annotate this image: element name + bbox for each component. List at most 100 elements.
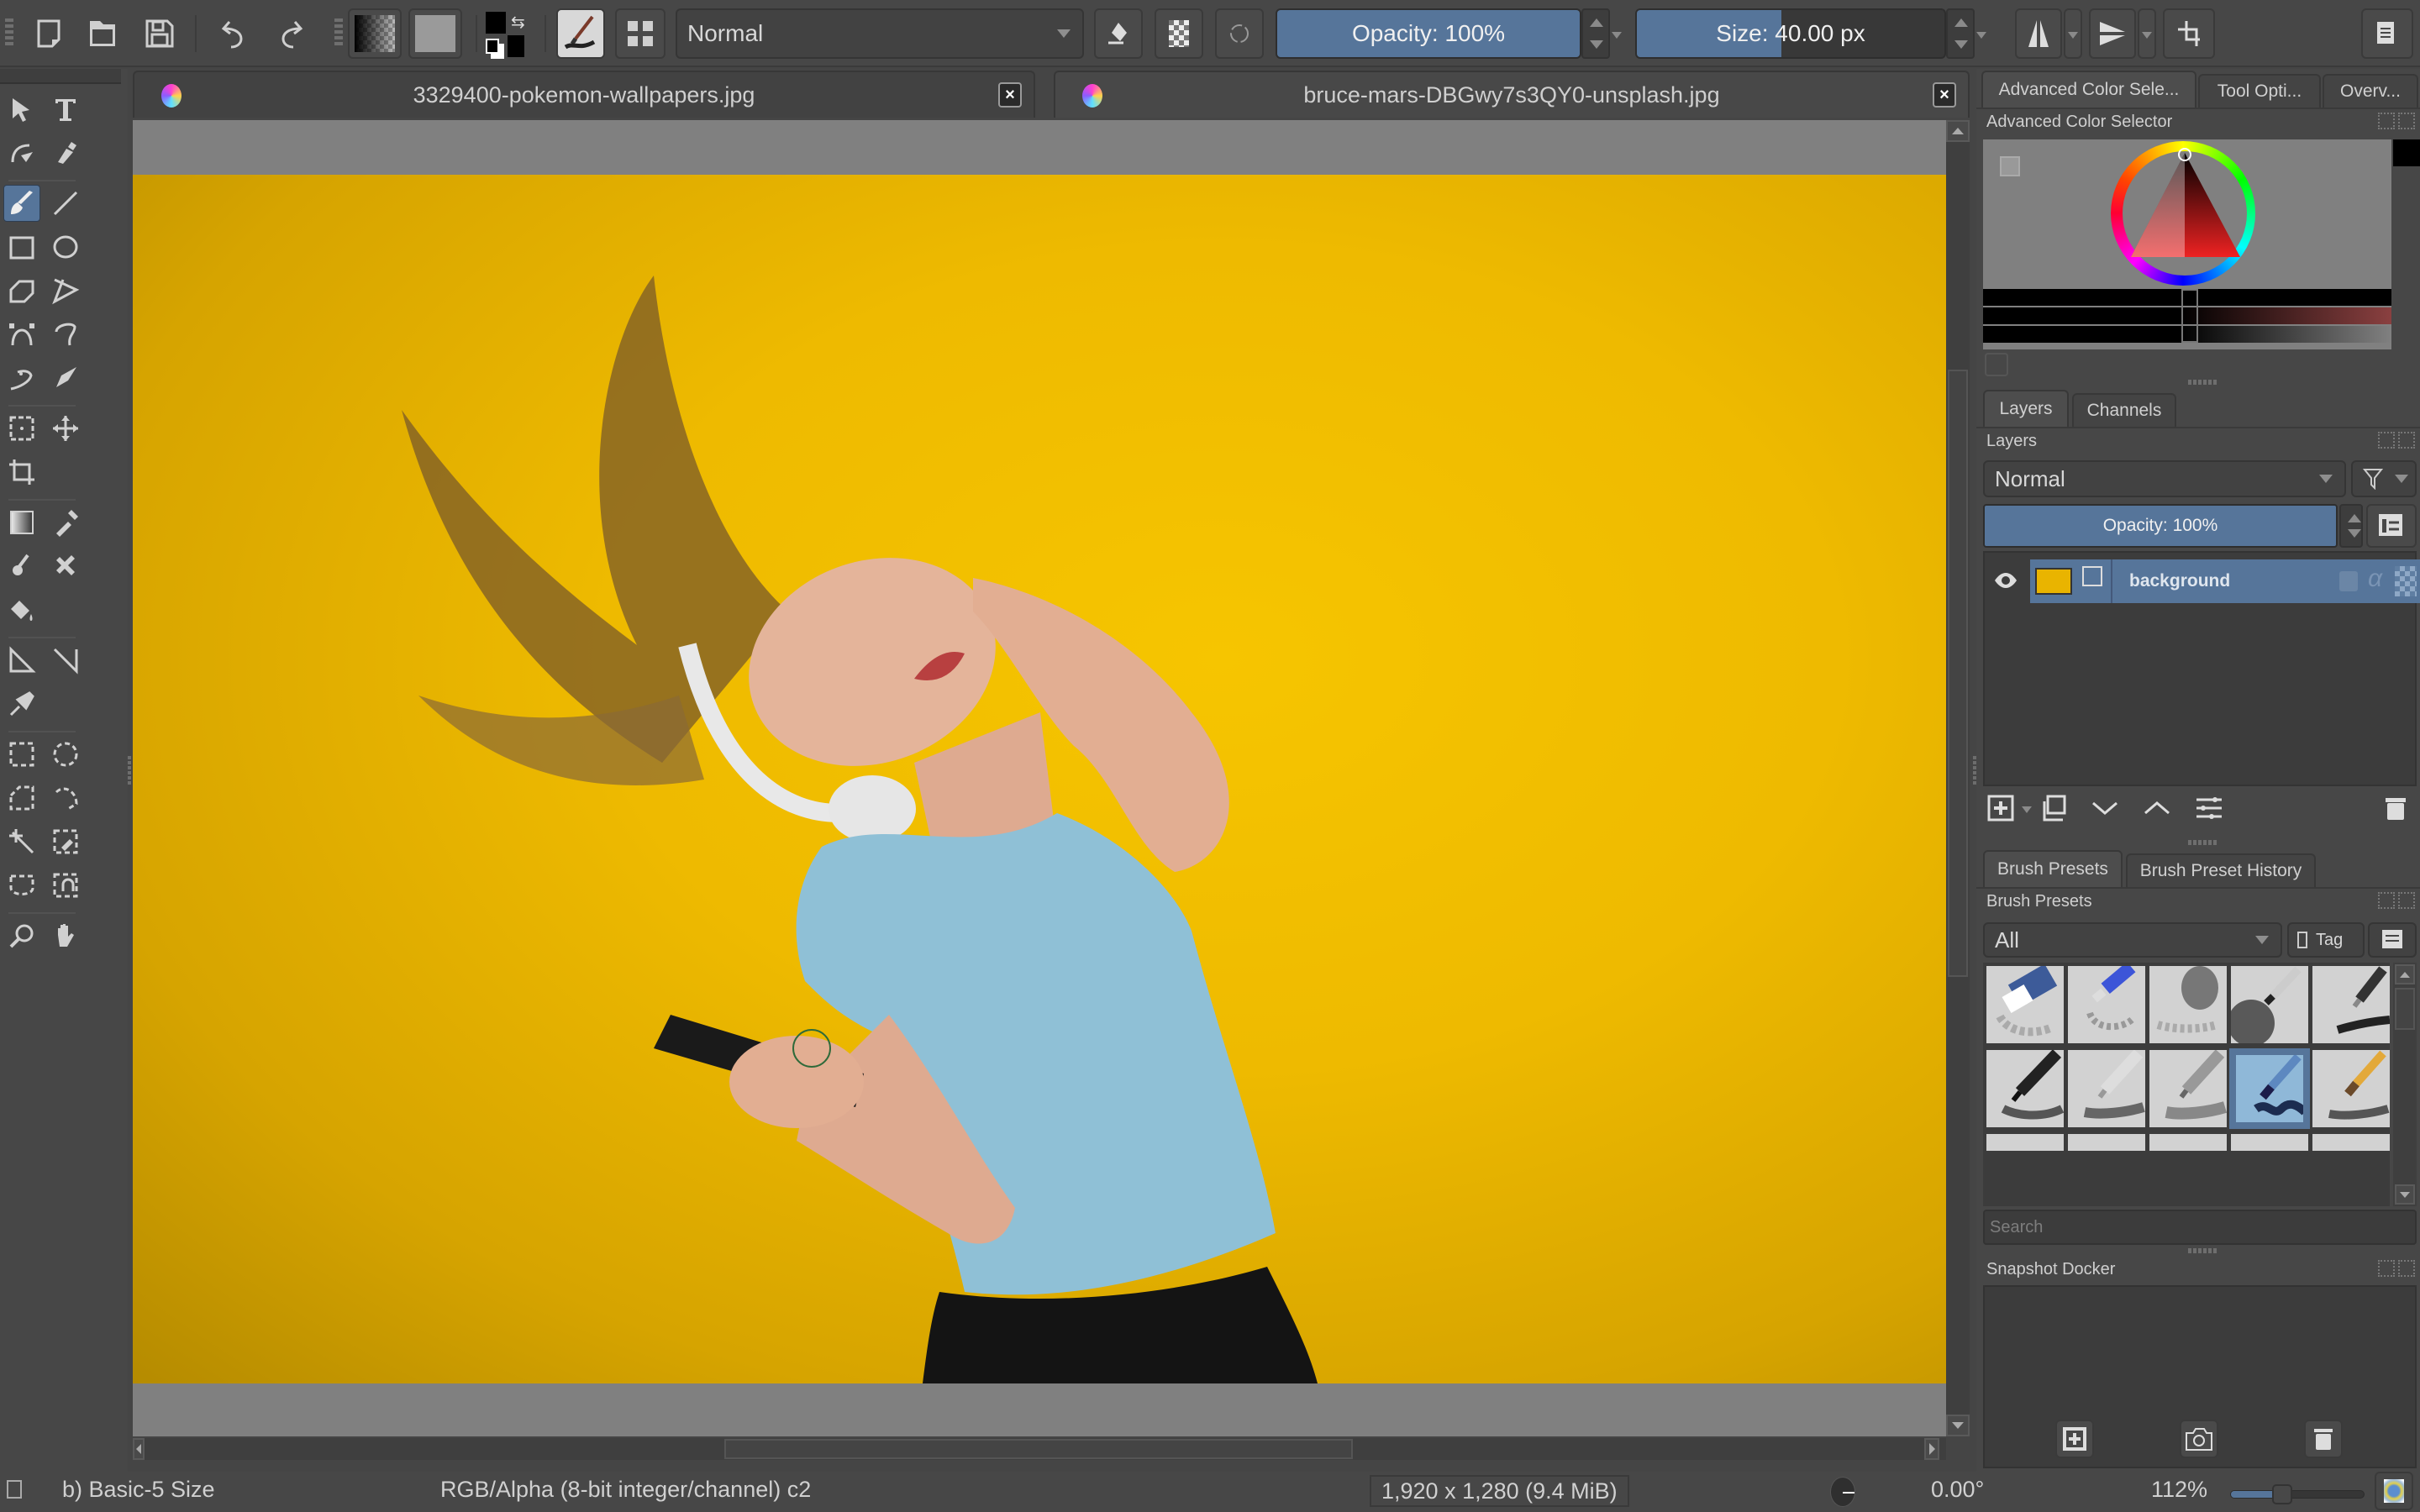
brush-search-input[interactable]: Search <box>1983 1210 2417 1245</box>
multibrush-tool[interactable] <box>47 360 84 396</box>
calligraphy-tool[interactable] <box>47 134 84 171</box>
horizontal-mirror-button[interactable] <box>2015 8 2062 59</box>
docker-float-close[interactable] <box>2375 113 2420 131</box>
workspace-button[interactable] <box>615 8 666 59</box>
line-tool[interactable] <box>47 185 84 222</box>
close-tab-button[interactable]: × <box>1933 82 1956 108</box>
tab-channels[interactable]: Channels <box>2072 393 2176 427</box>
brush-preset-pencil-grey[interactable] <box>2149 1050 2227 1127</box>
vertical-scrollbar[interactable] <box>1946 120 1970 1436</box>
toolbar-grip[interactable] <box>334 18 343 47</box>
docker-menu-button[interactable] <box>2361 8 2413 59</box>
save-button[interactable] <box>134 8 185 59</box>
move-tool[interactable] <box>47 410 84 447</box>
color-space-info[interactable]: RGB/Alpha (8-bit integer/channel) c2 <box>440 1477 811 1503</box>
document-tab[interactable]: 3329400-pokemon-wallpapers.jpg × <box>133 71 1035 118</box>
freehand-brush-tool[interactable] <box>3 185 40 222</box>
add-layer-button[interactable] <box>1986 793 2015 823</box>
brush-preset-airbrush-soft[interactable] <box>2231 966 2308 1043</box>
freehand-path-tool[interactable] <box>47 316 84 353</box>
reference-images-tool[interactable] <box>3 685 40 722</box>
zoom-slider[interactable] <box>2230 1484 2365 1504</box>
scroll-left-button[interactable] <box>133 1438 145 1460</box>
delete-layer-button[interactable] <box>2381 793 2410 823</box>
close-icon[interactable] <box>2398 432 2415 449</box>
brush-preset-brush-paint[interactable] <box>2312 1050 2390 1127</box>
docker-splitter-grip[interactable] <box>2188 840 2218 845</box>
pattern-preset-button[interactable] <box>408 8 462 59</box>
tab-tool-options[interactable]: Tool Opti... <box>2198 74 2321 108</box>
gradient-tool[interactable] <box>3 504 40 541</box>
vertical-mirror-button[interactable] <box>2089 8 2136 59</box>
canvas[interactable] <box>133 120 1946 1436</box>
color-picker-tool[interactable] <box>47 504 84 541</box>
tab-advanced-color-selector[interactable]: Advanced Color Sele... <box>1981 71 2196 108</box>
wrap-around-button[interactable] <box>2163 8 2215 59</box>
text-tool[interactable] <box>47 91 84 128</box>
horizontal-scroll-thumb[interactable] <box>724 1439 1353 1459</box>
brush-preset-button[interactable] <box>556 8 605 59</box>
brush-preset-pencil-dark[interactable] <box>1986 1050 2064 1127</box>
color-swatches[interactable]: ⇆ <box>484 10 531 59</box>
bezier-curve-tool[interactable] <box>3 316 40 353</box>
layers-list[interactable]: background α <box>1983 551 2420 786</box>
transform-tool[interactable] <box>3 410 40 447</box>
rotation-angle[interactable]: 0.00° <box>1931 1477 1984 1503</box>
scroll-up-button[interactable] <box>2395 964 2415 984</box>
gradient-preset-button[interactable] <box>348 8 402 59</box>
docker-float-close[interactable] <box>2375 432 2420 450</box>
move-layer-up-button[interactable] <box>2143 793 2171 823</box>
brush-preset-brush-ink-blue[interactable] <box>2229 1048 2310 1129</box>
zoom-level[interactable]: 112% <box>2151 1477 2207 1503</box>
pan-tool[interactable] <box>47 917 84 954</box>
close-icon[interactable] <box>2398 892 2415 909</box>
docker-float-close[interactable] <box>2375 892 2420 911</box>
redo-button[interactable] <box>266 8 316 59</box>
rectangular-selection-tool[interactable] <box>3 736 40 773</box>
new-document-button[interactable] <box>24 8 74 59</box>
layer-blend-mode-select[interactable]: Normal <box>1983 460 2346 497</box>
similar-color-selection-tool[interactable] <box>47 823 84 860</box>
foreground-color-swatch[interactable] <box>486 12 506 34</box>
layer-opacity-spinner[interactable] <box>2339 504 2363 548</box>
size-dropdown-icon[interactable] <box>1976 32 1986 39</box>
clone-tool[interactable] <box>47 548 84 585</box>
float-icon[interactable] <box>2378 113 2395 129</box>
rotation-dial-icon[interactable] <box>1830 1477 1855 1507</box>
image-layer[interactable] <box>133 175 1946 1383</box>
tab-brush-presets[interactable]: Brush Presets <box>1983 850 2123 887</box>
float-icon[interactable] <box>2378 892 2395 909</box>
tab-brush-preset-history[interactable]: Brush Preset History <box>2126 853 2316 887</box>
undo-button[interactable] <box>208 8 259 59</box>
edit-shapes-tool[interactable] <box>3 134 40 171</box>
brush-tag-filter-select[interactable]: All <box>1983 922 2282 958</box>
canvas-only-button[interactable] <box>2375 1472 2413 1510</box>
brush-preset-eraser-circle[interactable] <box>1986 966 2064 1043</box>
horizontal-scrollbar[interactable] <box>133 1438 1946 1460</box>
color-wheel[interactable] <box>2109 139 2260 291</box>
brush-preset-pencil-light[interactable] <box>2068 1050 2145 1127</box>
close-icon[interactable] <box>2398 1260 2415 1277</box>
presets-scrollbar[interactable] <box>2393 963 2417 1206</box>
rectangle-tool[interactable] <box>3 228 40 265</box>
add-layer-options[interactable] <box>2022 806 2032 813</box>
add-snapshot-button[interactable] <box>2055 1420 2094 1458</box>
tag-button[interactable]: Tag <box>2287 922 2365 958</box>
scroll-down-button[interactable] <box>2395 1184 2415 1205</box>
polygonal-selection-tool[interactable] <box>3 780 40 816</box>
docker-float-close[interactable] <box>2375 1260 2420 1278</box>
select-shapes-tool[interactable] <box>3 91 40 128</box>
brush-preset-partial[interactable] <box>2149 1134 2227 1151</box>
tab-layers[interactable]: Layers <box>1983 390 2069 427</box>
delete-snapshot-button[interactable] <box>2304 1420 2343 1458</box>
swap-colors-icon[interactable]: ⇆ <box>511 12 525 33</box>
crop-tool[interactable] <box>3 454 40 491</box>
zoom-tool[interactable] <box>3 917 40 954</box>
smart-patch-tool[interactable] <box>3 548 40 585</box>
docker-splitter-grip[interactable] <box>2188 380 2218 385</box>
brush-preset-partial[interactable] <box>2312 1134 2390 1151</box>
slider-handle[interactable] <box>2181 289 2198 343</box>
take-snapshot-button[interactable] <box>2180 1420 2218 1458</box>
background-color-swatch[interactable] <box>508 35 524 57</box>
brush-preset-eraser-small[interactable] <box>2068 966 2145 1043</box>
